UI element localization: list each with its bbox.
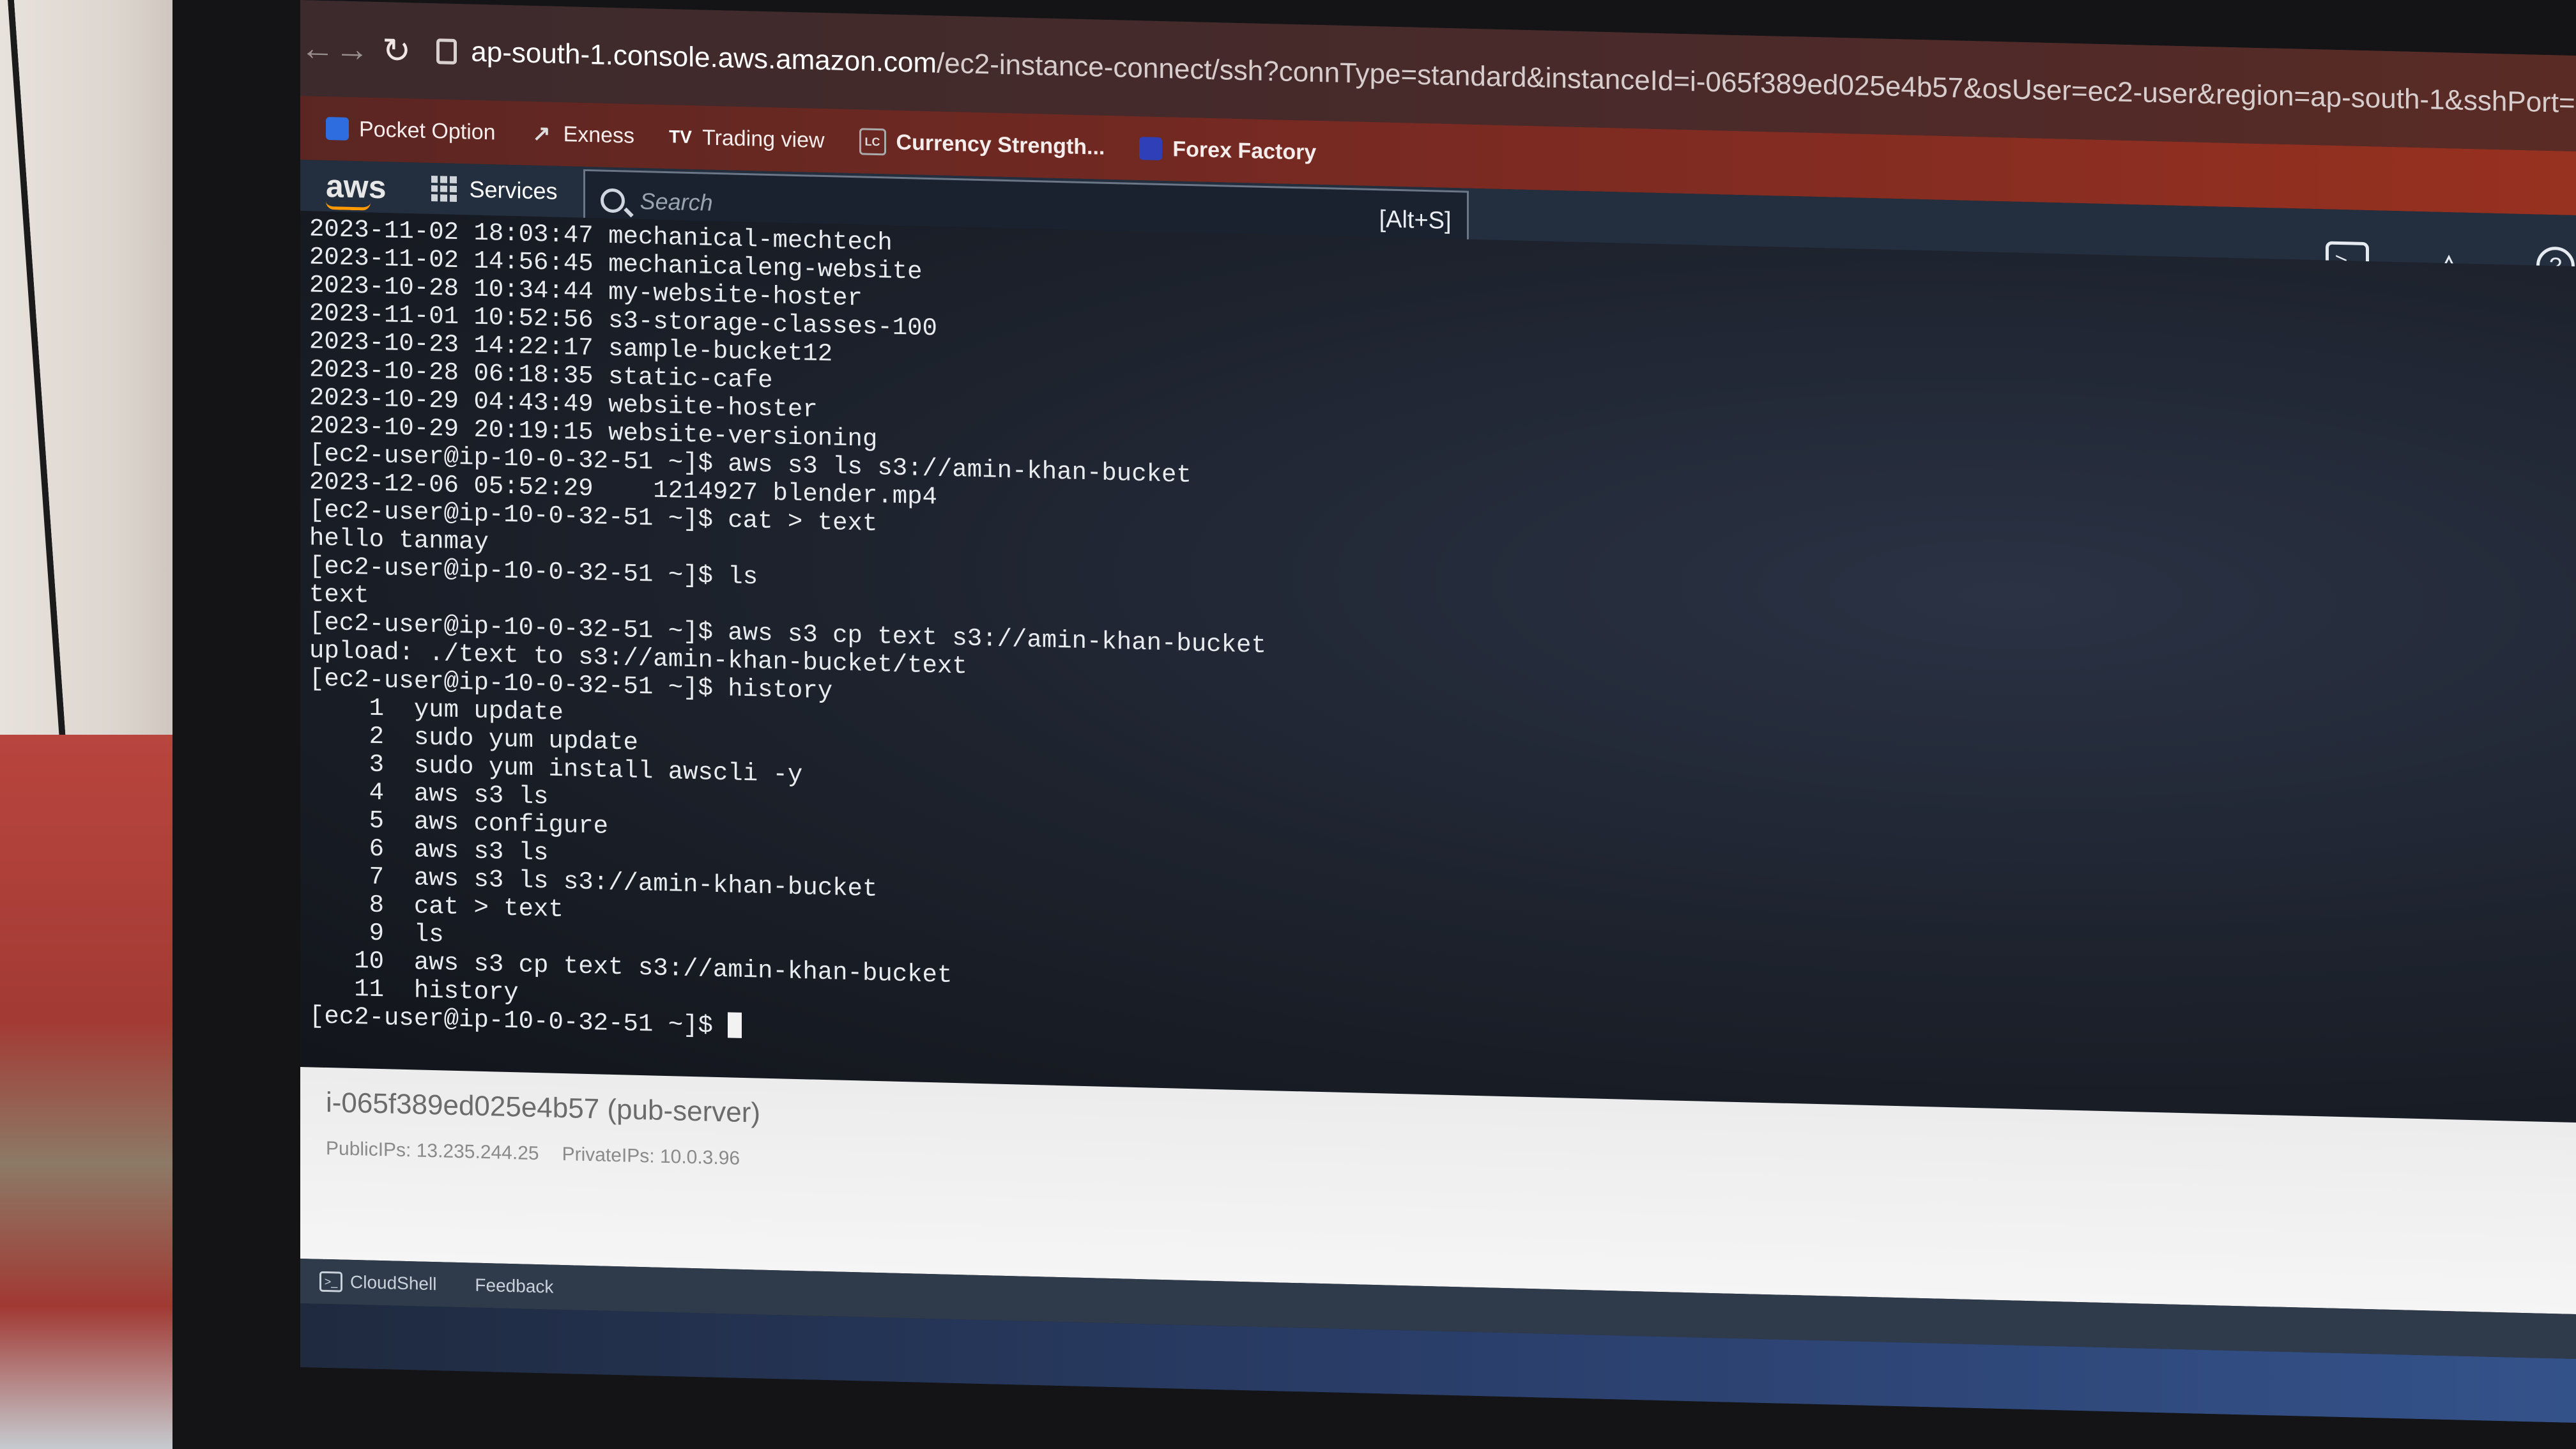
bookmark-label: Trading view [702, 125, 825, 153]
services-menu-button[interactable]: Services [431, 175, 558, 205]
bookmark-label: Pocket Option [359, 116, 496, 144]
cloudshell-icon: >_ [319, 1271, 342, 1292]
cloudshell-label: CloudShell [350, 1271, 437, 1294]
screen: ← → ↻ ap-south-1.console.aws.amazon.com/… [300, 0, 2576, 1423]
terminal-cursor [728, 1012, 742, 1038]
search-shortcut-hint: [Alt+S] [1379, 205, 1452, 234]
public-ips: PublicIPs: 13.235.244.25 [326, 1137, 539, 1165]
pocket-option-icon [326, 116, 349, 141]
terminal[interactable]: 2023-11-02 18:03:47 mechanical-mechtech … [300, 211, 2576, 1123]
forward-button[interactable]: → [335, 23, 369, 75]
services-label: Services [469, 176, 558, 204]
bookmark-pocket-option[interactable]: Pocket Option [326, 116, 496, 144]
bookmark-label: Forex Factory [1172, 136, 1317, 165]
forex-factory-icon [1139, 137, 1163, 160]
bookmark-label: Exness [563, 121, 635, 148]
bookmark-forex-factory[interactable]: Forex Factory [1139, 136, 1316, 165]
lc-icon: LC [859, 128, 886, 156]
url-path: /ec2-instance-connect/ssh?connType=stand… [937, 47, 2576, 121]
feedback-link[interactable]: Feedback [475, 1275, 553, 1298]
exness-icon: ↗ [532, 121, 551, 146]
bookmark-currency-strength[interactable]: LC Currency Strength... [859, 128, 1105, 160]
lock-icon [436, 38, 457, 65]
bookmark-trading-view[interactable]: TV Trading view [669, 125, 824, 153]
grid-icon [431, 175, 457, 202]
back-button[interactable]: ← [300, 22, 335, 74]
cloudshell-button[interactable]: >_ CloudShell [319, 1271, 436, 1294]
reload-button[interactable]: ↻ [382, 24, 411, 76]
desk-cloth [0, 735, 192, 1449]
search-icon [600, 188, 625, 213]
aws-logo[interactable]: aws [326, 167, 387, 206]
url-host: ap-south-1.console.aws.amazon.com [471, 36, 937, 79]
bookmark-exness[interactable]: ↗ Exness [530, 121, 635, 148]
private-ips: PrivateIPs: 10.0.3.96 [562, 1144, 740, 1169]
bookmark-label: Currency Strength... [896, 130, 1105, 160]
tradingview-icon: TV [669, 126, 692, 147]
